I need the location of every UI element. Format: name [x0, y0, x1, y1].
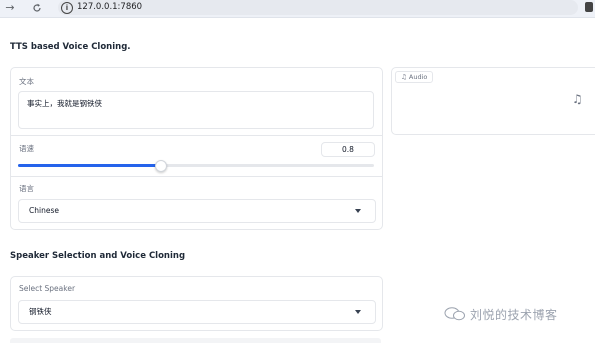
language-dropdown[interactable]: Chinese	[18, 199, 376, 223]
url-text[interactable]: 127.0.0.1:7860	[77, 1, 142, 14]
reload-icon[interactable]	[30, 1, 44, 15]
select-speaker-label: Select Speaker	[19, 284, 76, 293]
speed-slider[interactable]	[18, 160, 374, 172]
text-input-value: 事实上，我就是钢铁侠	[27, 99, 102, 108]
back-arrow-icon[interactable]: →	[3, 1, 17, 15]
speaker-panel: Select Speaker 钢铁侠	[10, 276, 383, 331]
browser-toolbar: → i 127.0.0.1:7860	[0, 0, 595, 18]
browser-menu-icon[interactable]	[585, 2, 593, 12]
page-title: TTS based Voice Cloning.	[10, 42, 131, 52]
speed-slider-fill	[18, 164, 161, 167]
address-bar[interactable]: i 127.0.0.1:7860	[58, 0, 578, 15]
site-info-icon[interactable]: i	[61, 2, 73, 14]
music-note-small-icon: ♫	[401, 73, 407, 81]
text-input[interactable]: 事实上，我就是钢铁侠	[18, 91, 374, 129]
speaker-section-title: Speaker Selection and Voice Cloning	[10, 251, 186, 261]
language-label: 语言	[19, 184, 34, 193]
next-panel-edge	[10, 338, 381, 343]
speed-label: 语速	[19, 144, 34, 153]
text-input-label: 文本	[19, 77, 34, 86]
speed-slider-thumb[interactable]	[155, 160, 168, 172]
audio-panel: ♫ Audio ♫	[391, 67, 595, 135]
watermark-text: 刘悦的技术博客	[470, 308, 558, 322]
divider	[11, 176, 382, 177]
music-note-icon: ♫	[572, 92, 583, 106]
speaker-dropdown[interactable]: 钢铁侠	[18, 300, 376, 324]
input-panel: 文本 事实上，我就是钢铁侠 语速 0.8 语言 Chinese	[10, 67, 383, 230]
audio-label-tag: ♫ Audio	[395, 71, 434, 83]
divider	[11, 135, 382, 136]
speed-number-input[interactable]: 0.8	[321, 142, 375, 157]
chevron-down-icon	[355, 209, 361, 213]
wechat-icon	[444, 307, 465, 321]
language-selected-value: Chinese	[29, 206, 59, 215]
speaker-selected-value: 钢铁侠	[29, 307, 52, 316]
audio-label: Audio	[408, 73, 428, 81]
chevron-down-icon	[355, 310, 361, 314]
